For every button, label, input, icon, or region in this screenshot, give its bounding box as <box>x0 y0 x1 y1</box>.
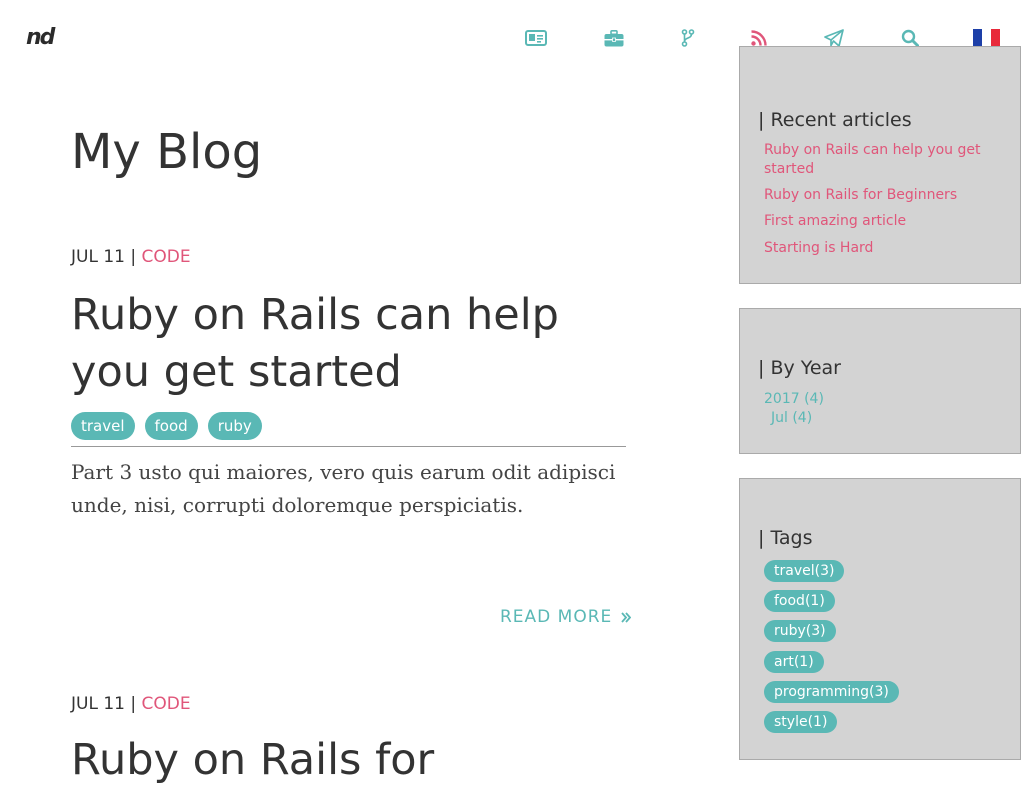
post-category-link[interactable]: CODE <box>142 694 191 714</box>
tags-title: | Tags <box>758 527 813 549</box>
sidebar-tag-travel[interactable]: travel(3) <box>764 560 845 582</box>
read-more-link[interactable]: READ MORE <box>500 607 631 627</box>
tag-travel[interactable]: travel <box>71 412 135 440</box>
recent-article-link[interactable]: Ruby on Rails can help you get started <box>764 141 994 179</box>
month-archive-link[interactable]: Jul (4) <box>771 410 812 426</box>
post-divider <box>71 446 626 447</box>
post-date: JUL 11 <box>71 247 125 267</box>
post-date: JUL 11 <box>71 694 125 714</box>
meta-separator: | <box>130 247 137 267</box>
sidebar-tag-food[interactable]: food(1) <box>764 590 835 612</box>
read-more-label: READ MORE <box>500 607 613 627</box>
recent-article-link[interactable]: First amazing article <box>764 212 994 231</box>
meta-separator: | <box>130 694 137 714</box>
post-category-link[interactable]: CODE <box>142 247 191 267</box>
tag-ruby[interactable]: ruby <box>207 412 262 440</box>
briefcase-icon[interactable] <box>602 26 626 50</box>
by-year-title: | By Year <box>758 357 841 379</box>
post-tags: travel food ruby <box>71 412 262 440</box>
sidebar-tag-ruby[interactable]: ruby(3) <box>764 620 836 642</box>
sidebar-tag-art[interactable]: art(1) <box>764 651 824 673</box>
double-chevron-right-icon <box>621 611 631 623</box>
tag-food[interactable]: food <box>144 412 198 440</box>
post-title[interactable]: Ruby on Rails can help you get started <box>71 287 631 401</box>
tags-panel: | Tags travel(3) food(1) ruby(3) art(1) … <box>739 478 1021 760</box>
recent-articles-panel: | Recent articles Ruby on Rails can help… <box>739 46 1021 284</box>
id-card-icon[interactable] <box>524 26 548 50</box>
recent-article-link[interactable]: Ruby on Rails for Beginners <box>764 186 994 205</box>
post-excerpt: Part 3 usto qui maiores, vero quis earum… <box>71 460 616 517</box>
page-title: My Blog <box>71 124 263 180</box>
site-logo[interactable]: nd <box>26 27 55 49</box>
france-flag-icon[interactable] <box>973 29 1000 46</box>
post-title[interactable]: Ruby on Rails for <box>71 732 631 789</box>
recent-articles-title: | Recent articles <box>758 109 912 131</box>
by-year-panel: | By Year 2017 (4) Jul (4) <box>739 308 1021 454</box>
code-fork-icon[interactable] <box>676 26 700 50</box>
sidebar-tag-programming[interactable]: programming(3) <box>764 681 899 703</box>
post-meta: JUL 11 | CODE <box>71 247 191 267</box>
sidebar-tag-style[interactable]: style(1) <box>764 711 838 733</box>
year-archive-link[interactable]: 2017 (4) <box>764 391 824 407</box>
recent-article-link[interactable]: Starting is Hard <box>764 239 994 258</box>
post-meta: JUL 11 | CODE <box>71 694 191 714</box>
